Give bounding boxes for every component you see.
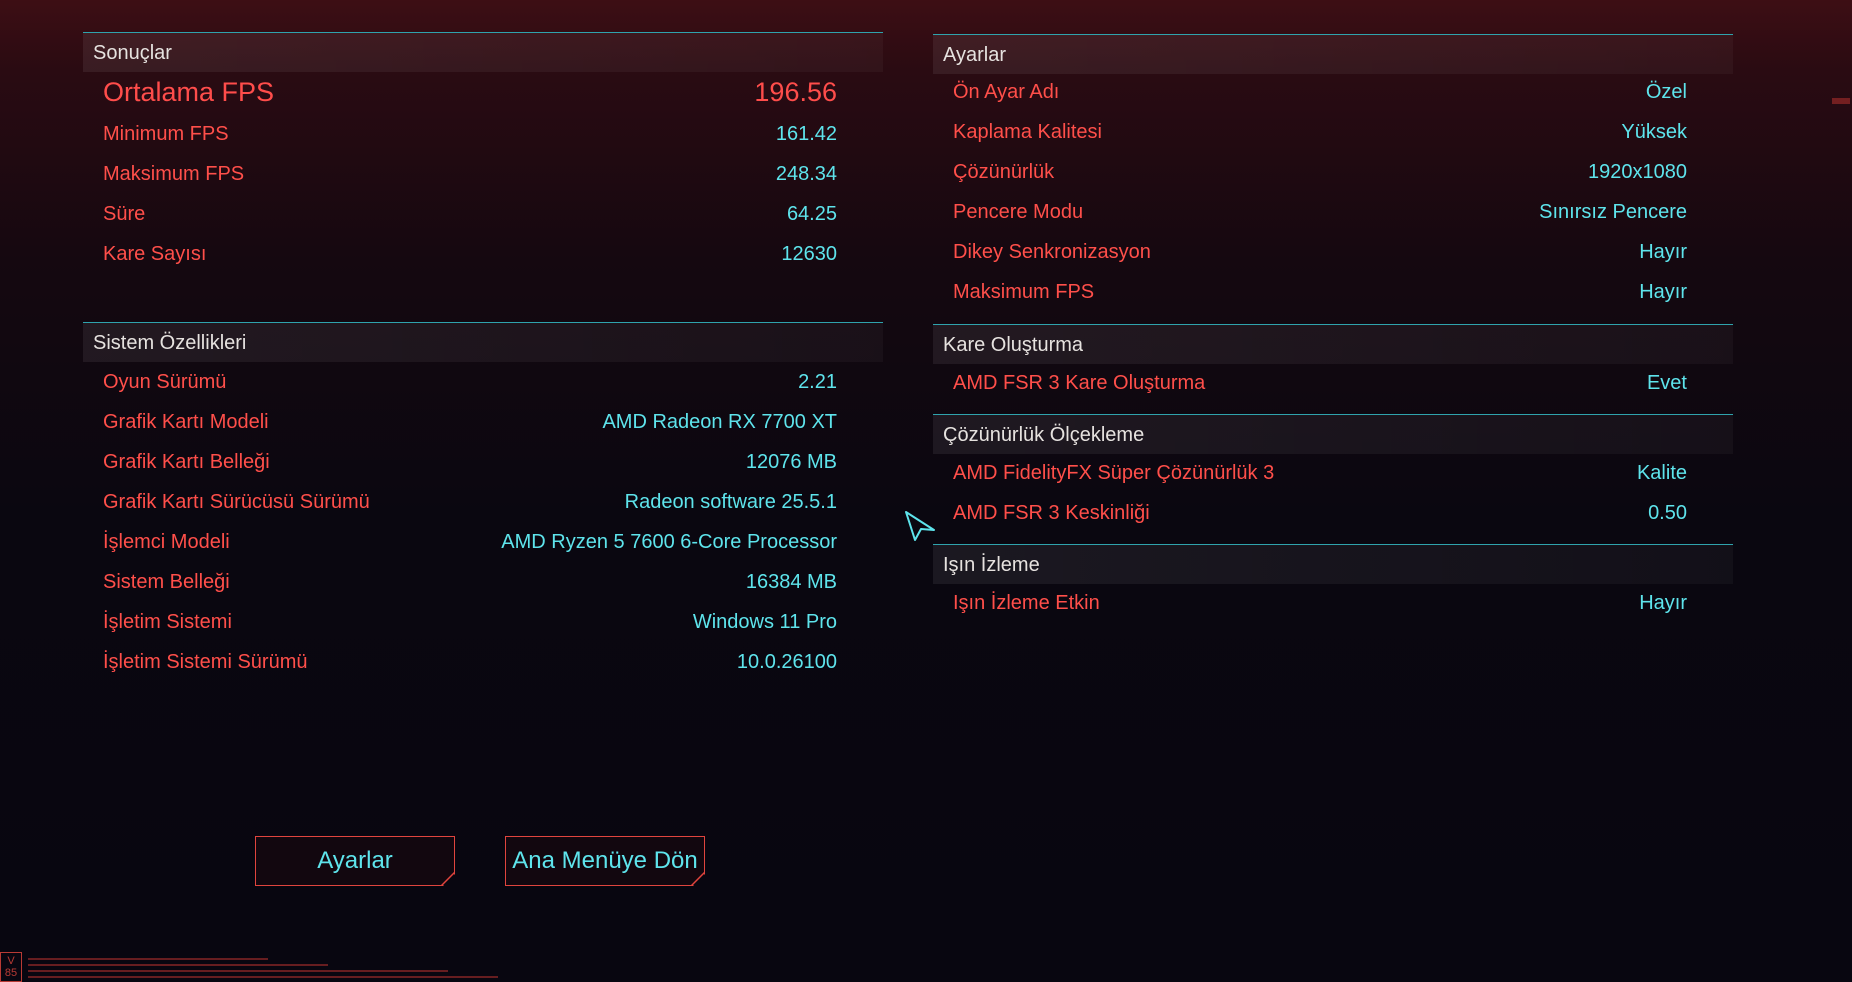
system-row: İşlemci Modeli AMD Ryzen 5 7600 6-Core P…: [103, 522, 837, 562]
system-row: Oyun Sürümü 2.21: [103, 362, 837, 402]
row-label: Pencere Modu: [953, 200, 1084, 223]
settings-row: Ön Ayar Adı Özel: [953, 72, 1687, 112]
row-label: Işın İzleme Etkin: [953, 591, 1100, 614]
settings-row: Kaplama Kalitesi Yüksek: [953, 112, 1687, 152]
system-row: Grafik Kartı Sürücüsü Sürümü Radeon soft…: [103, 482, 837, 522]
settings-row: Maksimum FPS Hayır: [953, 272, 1687, 312]
row-label: İşletim Sistemi: [103, 610, 232, 633]
row-label: Çözünürlük: [953, 160, 1055, 183]
avg-fps-value: 196.56: [754, 76, 837, 107]
row-value: Sınırsız Pencere: [1539, 200, 1687, 223]
system-header: Sistem Özellikleri: [83, 322, 883, 362]
row-value: 1920x1080: [1588, 160, 1687, 183]
results-row: Süre 64.25: [103, 194, 837, 234]
results-row: Maksimum FPS 248.34: [103, 154, 837, 194]
row-value: 12630: [781, 242, 837, 265]
upscaling-title: Çözünürlük Ölçekleme: [943, 424, 1145, 446]
row-label: AMD FidelityFX Süper Çözünürlük 3: [953, 461, 1275, 484]
row-label: Grafik Kartı Sürücüsü Sürümü: [103, 490, 370, 513]
row-value: 2.21: [798, 370, 837, 393]
system-row: Grafik Kartı Modeli AMD Radeon RX 7700 X…: [103, 402, 837, 442]
upscaling-row: AMD FidelityFX Süper Çözünürlük 3 Kalite: [953, 453, 1687, 493]
row-value: 0.50: [1648, 501, 1687, 524]
avg-fps-label: Ortalama FPS: [103, 76, 275, 107]
results-title: Sonuçlar: [93, 42, 172, 64]
settings-row: Pencere Modu Sınırsız Pencere: [953, 192, 1687, 232]
frame-gen-row: AMD FSR 3 Kare Oluşturma Evet: [953, 363, 1687, 403]
upscaling-row: AMD FSR 3 Keskinliği 0.50: [953, 493, 1687, 533]
row-value: Hayır: [1639, 240, 1687, 263]
raytracing-header: Işın İzleme: [933, 544, 1733, 584]
row-value: AMD Radeon RX 7700 XT: [602, 410, 837, 433]
raytracing-row: Işın İzleme Etkin Hayır: [953, 583, 1687, 623]
results-row: Kare Sayısı 12630: [103, 234, 837, 274]
row-value: Radeon software 25.5.1: [624, 490, 837, 513]
row-value: 64.25: [786, 202, 837, 225]
row-label: Minimum FPS: [103, 122, 229, 145]
row-value: Evet: [1646, 371, 1687, 394]
row-value: 161.42: [775, 122, 837, 145]
row-label: Ön Ayar Adı: [953, 80, 1060, 103]
row-label: AMD FSR 3 Kare Oluşturma: [953, 371, 1206, 394]
legal-fine-print: [28, 958, 498, 982]
upscaling-header: Çözünürlük Ölçekleme: [933, 414, 1733, 454]
row-value: 12076 MB: [745, 450, 837, 473]
system-title: Sistem Özellikleri: [93, 332, 247, 354]
row-label: Sistem Belleği: [103, 570, 230, 593]
system-row: Sistem Belleği 16384 MB: [103, 562, 837, 602]
row-label: Dikey Senkronizasyon: [953, 240, 1151, 263]
row-label: İşletim Sistemi Sürümü: [103, 650, 308, 673]
system-row: İşletim Sistemi Windows 11 Pro: [103, 602, 837, 642]
row-value: 248.34: [775, 162, 837, 185]
row-value: 10.0.26100: [736, 650, 837, 673]
row-label: İşlemci Modeli: [103, 530, 230, 553]
row-value: Windows 11 Pro: [692, 610, 837, 633]
row-value: Kalite: [1636, 461, 1687, 484]
version-badge: V 85: [0, 952, 22, 982]
settings-header: Ayarlar: [933, 34, 1733, 74]
settings-title: Ayarlar: [943, 44, 1006, 66]
row-label: Grafik Kartı Belleği: [103, 450, 270, 473]
system-row: İşletim Sistemi Sürümü 10.0.26100: [103, 642, 837, 682]
row-value: AMD Ryzen 5 7600 6-Core Processor: [501, 530, 837, 553]
row-label: Süre: [103, 202, 146, 225]
row-label: Kare Sayısı: [103, 242, 207, 265]
main-menu-button[interactable]: Ana Menüye Dön: [505, 836, 705, 886]
row-label: Kaplama Kalitesi: [953, 120, 1102, 143]
settings-row: Çözünürlük 1920x1080: [953, 152, 1687, 192]
corner-mark: [1832, 98, 1850, 104]
row-value: 16384 MB: [745, 570, 837, 593]
row-label: AMD FSR 3 Keskinliği: [953, 501, 1150, 524]
row-value: Özel: [1645, 80, 1687, 103]
frame-gen-header: Kare Oluşturma: [933, 324, 1733, 364]
row-value: Hayır: [1639, 591, 1687, 614]
row-value: Yüksek: [1621, 120, 1687, 143]
raytracing-title: Işın İzleme: [943, 554, 1040, 576]
row-label: Maksimum FPS: [103, 162, 245, 185]
settings-row: Dikey Senkronizasyon Hayır: [953, 232, 1687, 272]
results-header: Sonuçlar: [83, 32, 883, 72]
system-row: Grafik Kartı Belleği 12076 MB: [103, 442, 837, 482]
results-row: Minimum FPS 161.42: [103, 114, 837, 154]
frame-gen-title: Kare Oluşturma: [943, 334, 1084, 356]
row-value: Hayır: [1639, 280, 1687, 303]
row-label: Oyun Sürümü: [103, 370, 227, 393]
version-badge-text: V 85: [4, 955, 18, 979]
arrow-cursor-icon: [905, 511, 935, 541]
row-label: Maksimum FPS: [953, 280, 1095, 303]
row-label: Grafik Kartı Modeli: [103, 410, 269, 433]
avg-fps-row: Ortalama FPS 196.56: [103, 72, 837, 112]
settings-button[interactable]: Ayarlar: [255, 836, 455, 886]
